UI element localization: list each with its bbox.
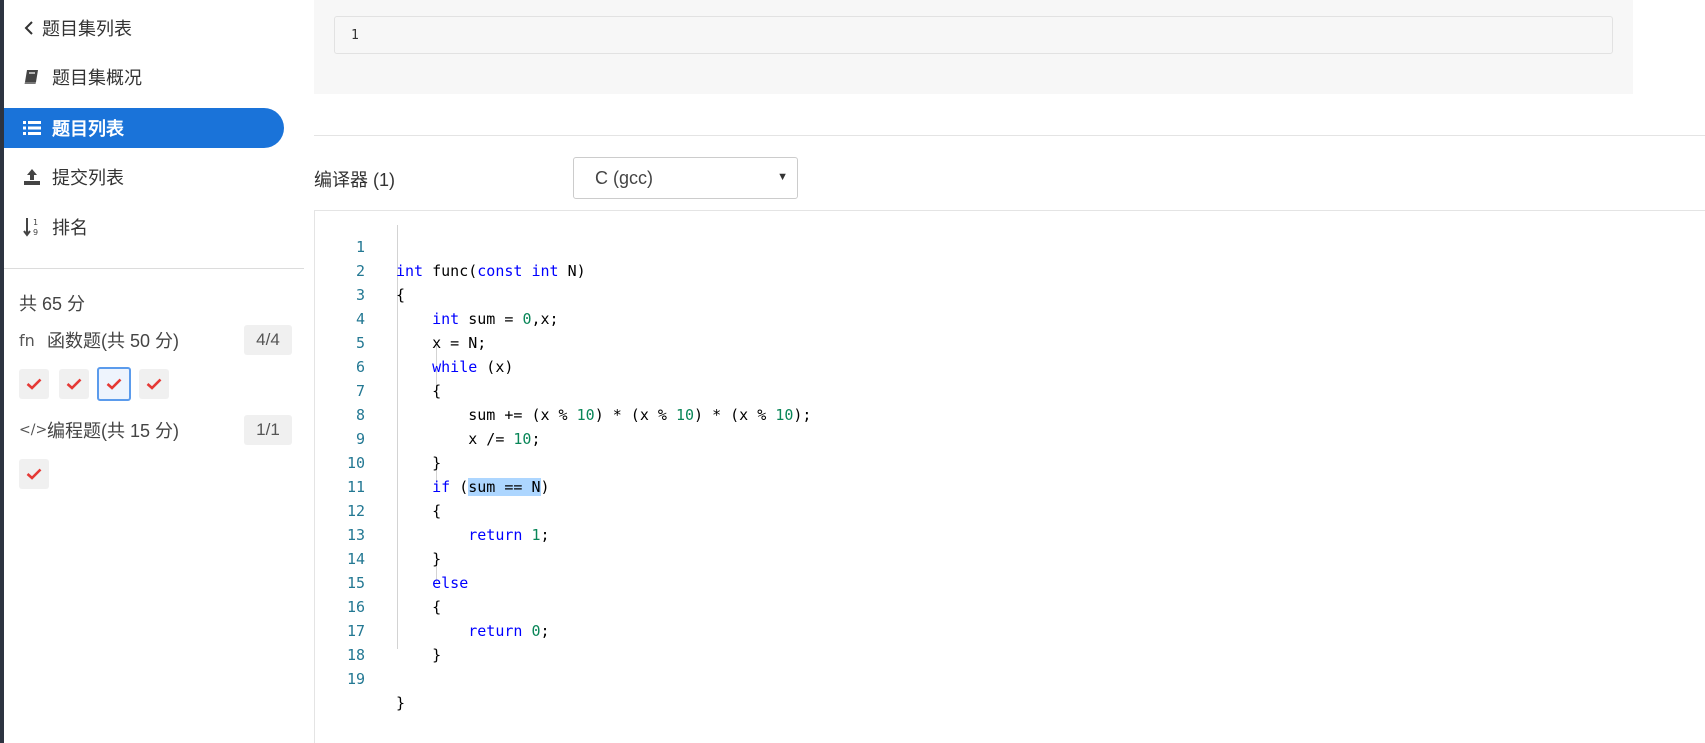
- code-line-19: 19 }: [315, 643, 1615, 712]
- progress-badge: 1/1: [244, 415, 292, 445]
- back-label: 题目集列表: [42, 19, 132, 39]
- code-line-8: 8 x /= 10;: [315, 379, 1615, 448]
- sidebar: 题目集列表 题目集概况 题目列表 提交列表 19 排名 共 65 分 fn 函数…: [4, 0, 304, 743]
- chevron-left-icon: [22, 18, 36, 38]
- section-divider: [314, 135, 1705, 136]
- line-text: }: [396, 694, 406, 712]
- problem-check-3[interactable]: [97, 367, 131, 401]
- book-icon: [22, 67, 42, 87]
- code-line-10: 10 if (sum == N): [315, 427, 1615, 496]
- code-icon: </>: [19, 422, 48, 438]
- code-line-18: 18: [315, 619, 1615, 664]
- problem-check-1[interactable]: [19, 369, 49, 399]
- compiler-select[interactable]: C (gcc) ▼: [573, 157, 798, 199]
- caret-down-icon: ▼: [777, 171, 788, 183]
- progress-badge: 4/4: [244, 325, 292, 355]
- sort-numeric-icon: 19: [22, 217, 42, 237]
- function-icon: fn: [19, 330, 35, 350]
- back-to-problem-sets-link[interactable]: 题目集列表: [22, 8, 132, 48]
- code-line-11: 11 {: [315, 451, 1615, 520]
- sidebar-item-submissions[interactable]: 提交列表: [22, 157, 124, 197]
- code-line-6: 6 {: [315, 331, 1615, 400]
- check-icon: [146, 378, 162, 390]
- code-line-2: 2 {: [315, 235, 1615, 304]
- check-icon: [106, 378, 122, 390]
- problem-check-5[interactable]: [19, 459, 49, 489]
- code-editor[interactable]: 1 int func(const int N) 2 { 3 int sum = …: [314, 211, 1705, 743]
- problem-check-2[interactable]: [59, 369, 89, 399]
- group-label: 编程题(共 15 分): [47, 421, 180, 441]
- problem-check-4[interactable]: [139, 369, 169, 399]
- code-line-9: 9 }: [315, 403, 1615, 472]
- upload-icon: [22, 167, 42, 187]
- svg-text:9: 9: [33, 228, 38, 237]
- code-line-1: 1 int func(const int N): [315, 211, 1615, 280]
- sidebar-divider: [4, 268, 304, 269]
- group-label: 函数题(共 50 分): [47, 331, 180, 351]
- compiler-label: 编译器 (1): [314, 170, 395, 190]
- code-line-13: 13 }: [315, 499, 1615, 568]
- total-score: 共 65 分: [19, 294, 86, 314]
- compiler-selected-value: C (gcc): [595, 167, 653, 188]
- code-line-15: 15 {: [315, 547, 1615, 616]
- sidebar-item-problem-list[interactable]: 题目列表: [4, 108, 284, 148]
- sidebar-item-label: 题目列表: [52, 119, 124, 139]
- svg-text:1: 1: [33, 218, 38, 227]
- check-icon: [66, 378, 82, 390]
- sidebar-item-ranking[interactable]: 19 排名: [22, 207, 88, 247]
- line-number: 19: [346, 670, 365, 688]
- list-icon: [22, 118, 42, 138]
- check-icon: [26, 468, 42, 480]
- code-line-7: 7 sum += (x % 10) * (x % 10) * (x % 10);: [315, 355, 1615, 424]
- code-line-16: 16 return 0;: [315, 571, 1615, 640]
- code-line-14: 14 else: [315, 523, 1615, 592]
- code-line-17: 17 }: [315, 595, 1615, 664]
- sidebar-item-label: 排名: [52, 218, 88, 238]
- group-programming-problems: </> 编程题(共 15 分) 1/1: [19, 415, 292, 445]
- sidebar-item-label: 提交列表: [52, 168, 124, 188]
- sidebar-item-overview[interactable]: 题目集概况: [22, 57, 142, 97]
- output-field[interactable]: 1: [334, 16, 1613, 54]
- check-icon: [26, 378, 42, 390]
- group-function-problems: fn 函数题(共 50 分) 4/4: [19, 325, 292, 355]
- code-line-5: 5 while (x): [315, 307, 1615, 376]
- code-line-12: 12 return 1;: [315, 475, 1615, 544]
- sidebar-item-label: 题目集概况: [52, 68, 142, 88]
- code-line-3: 3 int sum = 0,x;: [315, 259, 1615, 328]
- code-line-4: 4 x = N;: [315, 283, 1615, 352]
- main-content: 1 编译器 (1) C (gcc) ▼ 1 int func(const int…: [314, 0, 1705, 743]
- output-panel: 1: [314, 0, 1633, 94]
